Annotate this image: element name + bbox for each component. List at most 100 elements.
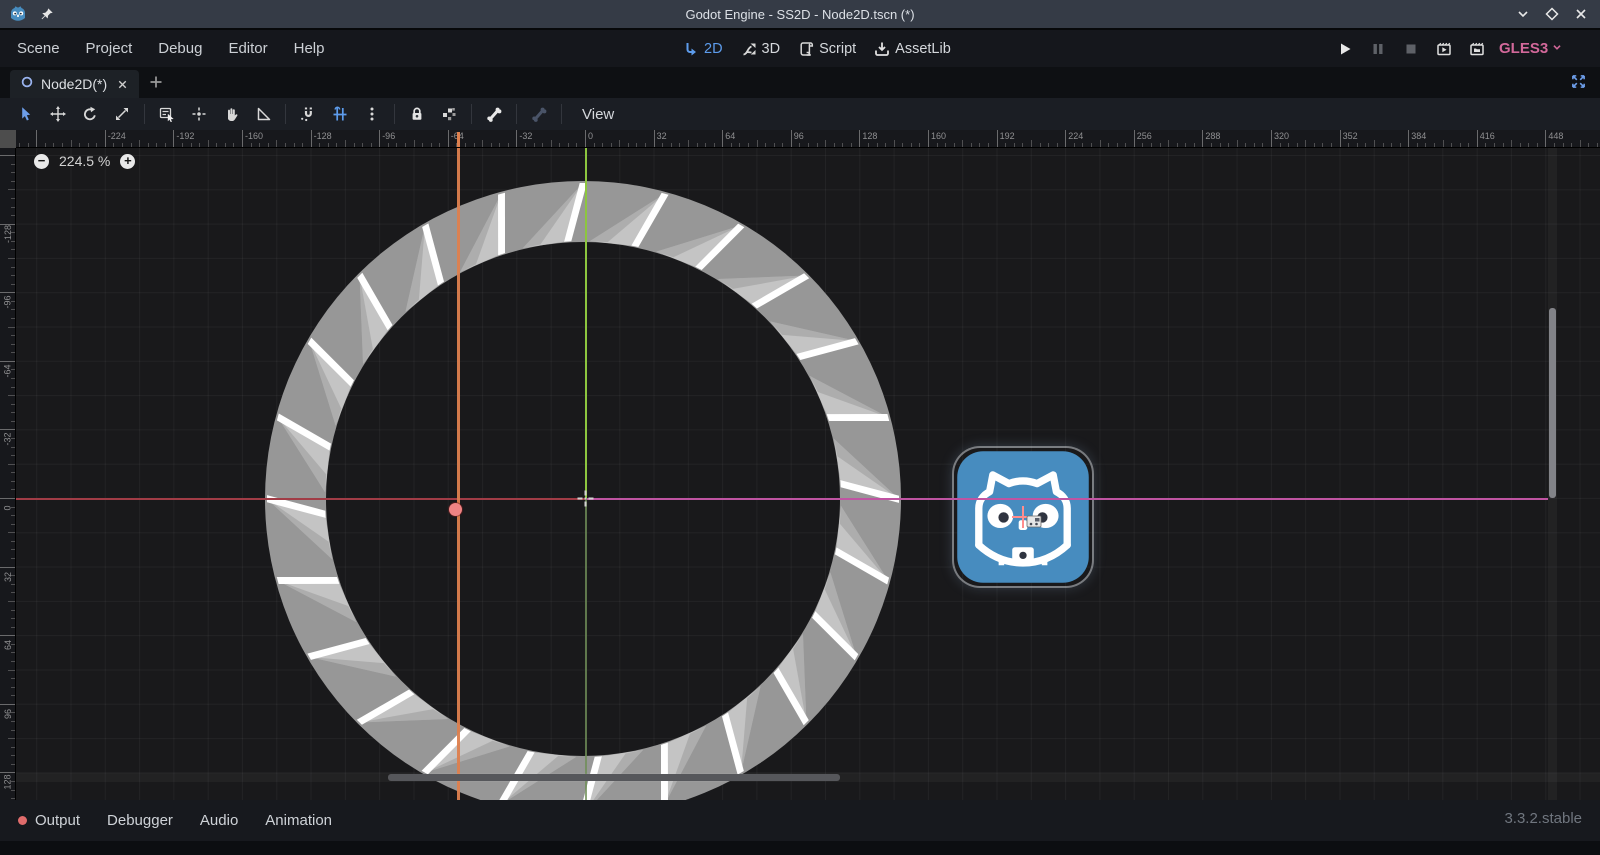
select-mode-button[interactable]	[10, 101, 42, 127]
workspace-assetlib-button[interactable]: AssetLib	[869, 41, 956, 57]
play-button[interactable]	[1334, 38, 1356, 60]
skeleton-options-button[interactable]	[523, 101, 555, 127]
ruler-tick	[1014, 143, 1015, 147]
bottom-panel-debugger[interactable]: Debugger	[107, 812, 173, 829]
renderer-dropdown[interactable]: GLES3	[1499, 30, 1564, 67]
skeleton-bone-button[interactable]	[478, 101, 510, 127]
ruler-tick	[1211, 143, 1212, 147]
ruler-label: 64	[725, 131, 735, 141]
ruler-tick	[1571, 143, 1572, 147]
window-minimize-button[interactable]	[1514, 5, 1532, 23]
ruler-tick	[28, 143, 29, 147]
ss2d-ring-shape[interactable]	[16, 148, 1600, 800]
workspace-3d-button[interactable]: 3D	[736, 41, 786, 57]
ruler-tick	[36, 130, 37, 147]
ruler-tick	[919, 143, 920, 147]
lock-object-button[interactable]	[401, 101, 433, 127]
2d-viewport[interactable]: − 224.5 % +	[16, 148, 1600, 800]
stop-button[interactable]	[1400, 38, 1422, 60]
scale-mode-button[interactable]	[106, 101, 138, 127]
rotate-mode-button[interactable]	[74, 101, 106, 127]
distraction-free-button[interactable]	[1571, 74, 1586, 89]
ruler-tick	[731, 143, 732, 147]
list-select-button[interactable]	[151, 101, 183, 127]
ruler-tick	[1348, 143, 1349, 147]
bottom-panel-animation[interactable]: Animation	[265, 812, 332, 829]
vertical-guide[interactable]	[457, 148, 460, 800]
ruler-label: 256	[1137, 131, 1152, 141]
toolbar-separator	[285, 104, 286, 124]
vertical-ruler[interactable]: -128-96-64-320326496128	[0, 148, 16, 800]
group-object-button[interactable]	[433, 101, 465, 127]
ruler-tick	[0, 772, 15, 773]
ruler-tick	[1220, 143, 1221, 147]
node2d-icon	[20, 75, 34, 94]
window-maximize-button[interactable]	[1543, 5, 1561, 23]
pivot-handle-icon[interactable]	[1026, 514, 1043, 529]
ruler-tick	[354, 143, 355, 147]
play-custom-scene-button[interactable]	[1466, 38, 1488, 60]
bottom-panel-label: Debugger	[107, 812, 173, 829]
vertical-scrollbar-thumb[interactable]	[1549, 308, 1556, 498]
menu-project[interactable]: Project	[73, 30, 146, 67]
play-scene-button[interactable]	[1433, 38, 1455, 60]
ruler-tick	[748, 143, 749, 147]
ruler-tick	[11, 335, 15, 336]
workspace-script-button[interactable]: Script	[793, 41, 861, 57]
ruler-tick	[11, 352, 15, 353]
zoom-out-button[interactable]: −	[34, 154, 49, 169]
menu-debug[interactable]: Debug	[145, 30, 215, 67]
ruler-tick	[1314, 143, 1315, 147]
rotate-tool-icon	[82, 106, 98, 122]
bottom-panel-audio[interactable]: Audio	[200, 812, 238, 829]
tab-close-button[interactable]	[116, 78, 129, 91]
horizontal-ruler[interactable]: -224-192-160-128-96-64-32032649612816019…	[16, 130, 1600, 148]
ruler-tick	[88, 143, 89, 147]
pause-button[interactable]	[1367, 38, 1389, 60]
ruler-tick	[611, 143, 612, 147]
ruler-label: -96	[382, 131, 395, 141]
ruler-tick	[1305, 140, 1306, 147]
ruler-tick	[1280, 143, 1281, 147]
zoom-in-button[interactable]: +	[120, 154, 135, 169]
view-menu-button[interactable]: View	[576, 106, 620, 123]
pivot-button[interactable]	[183, 101, 215, 127]
ruler-tick	[11, 318, 15, 319]
ruler-tick	[362, 143, 363, 147]
guide-handle-dot[interactable]	[449, 503, 462, 516]
bottom-panel-output[interactable]: Output	[18, 812, 80, 829]
ruler-tick	[1588, 143, 1589, 147]
ruler-tick	[714, 143, 715, 147]
move-mode-button[interactable]	[42, 101, 74, 127]
zoom-level-label[interactable]: 224.5 %	[59, 153, 110, 169]
ruler-tick	[954, 143, 955, 147]
ruler-tick	[1160, 143, 1161, 147]
ruler-tick	[576, 143, 577, 147]
pan-mode-button[interactable]	[215, 101, 247, 127]
ruler-tick	[1494, 143, 1495, 147]
ruler-tick	[0, 567, 15, 568]
menu-help[interactable]: Help	[281, 30, 338, 67]
ruler-tick	[0, 498, 15, 499]
add-scene-tab-button[interactable]	[148, 74, 164, 90]
ruler-corner[interactable]	[0, 130, 16, 148]
horizontal-scrollbar-thumb[interactable]	[388, 774, 840, 781]
ruler-tick	[911, 143, 912, 147]
smart-snap-button[interactable]	[292, 101, 324, 127]
ruler-tick	[11, 412, 15, 413]
ruler-tick	[11, 387, 15, 388]
toolbar-separator	[516, 104, 517, 124]
ruler-tick	[739, 143, 740, 147]
pin-icon[interactable]	[40, 7, 54, 21]
grid-snap-button[interactable]	[324, 101, 356, 127]
menu-editor[interactable]: Editor	[215, 30, 280, 67]
ruler-mode-button[interactable]	[247, 101, 279, 127]
snap-options-button[interactable]	[356, 101, 388, 127]
ruler-tick	[1365, 143, 1366, 147]
window-close-button[interactable]	[1572, 5, 1590, 23]
workspace-2d-button[interactable]: 2D	[678, 41, 728, 57]
scene-tab-node2d[interactable]: Node2D(*)	[10, 70, 139, 98]
menu-scene[interactable]: Scene	[4, 30, 73, 67]
ruler-tick	[276, 140, 277, 147]
titlebar[interactable]: Godot Engine - SS2D - Node2D.tscn (*)	[0, 0, 1600, 28]
